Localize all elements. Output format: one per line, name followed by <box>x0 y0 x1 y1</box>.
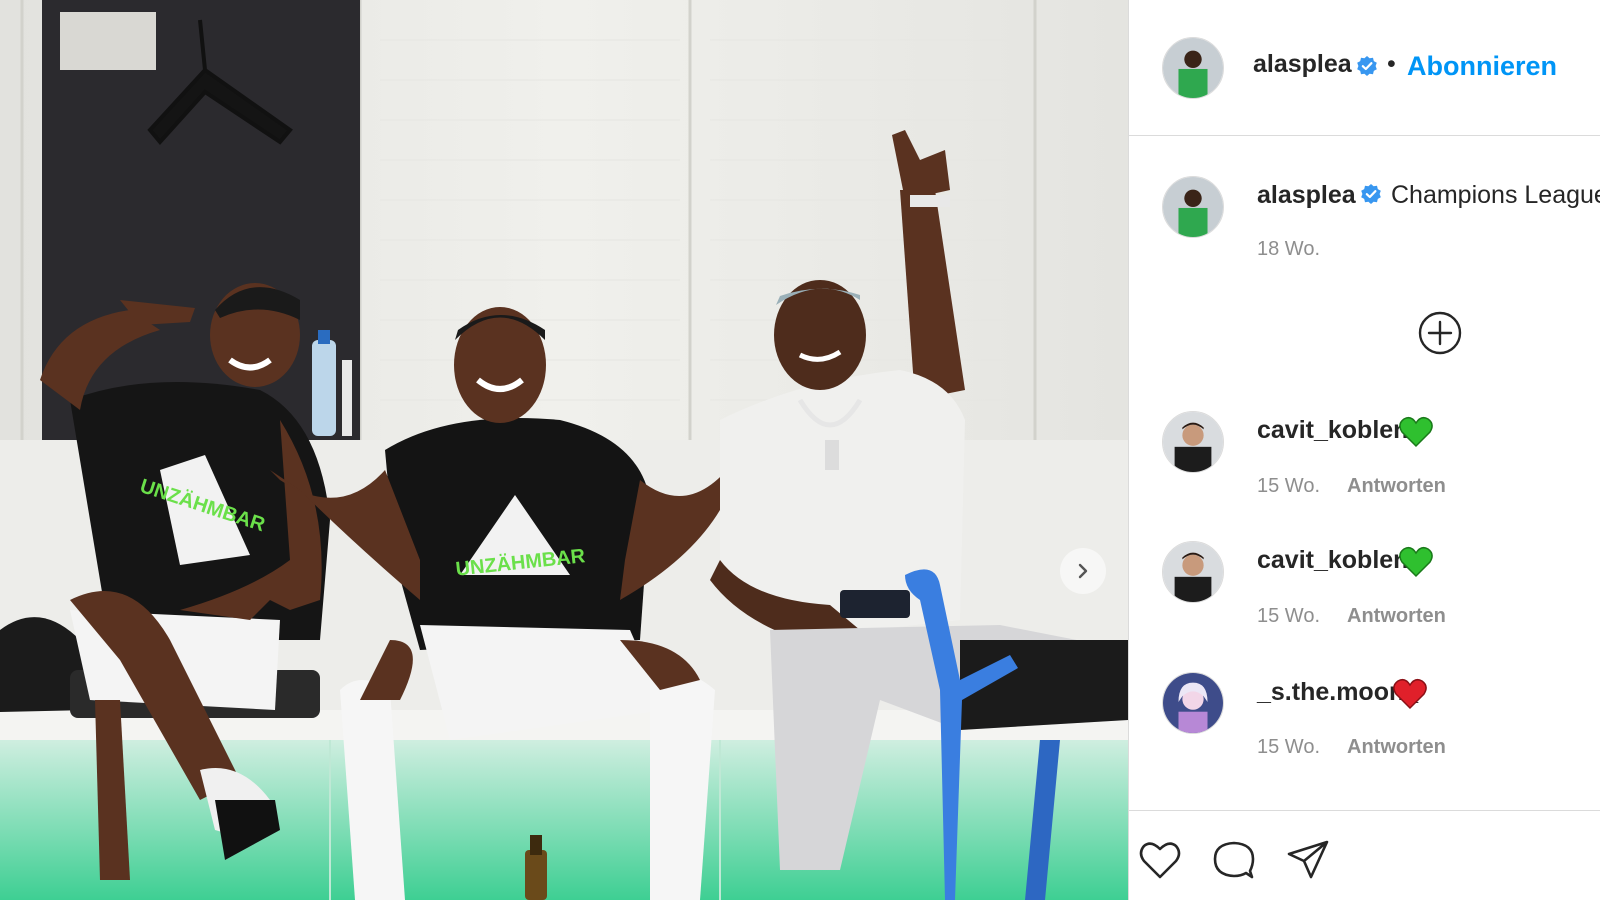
avatar-image <box>1163 673 1223 733</box>
comment-timestamp[interactable]: 15 Wo. <box>1257 736 1320 759</box>
red-heart-icon <box>1393 678 1427 710</box>
caption-timestamp[interactable]: 18 Wo. <box>1257 238 1320 261</box>
avatar-image <box>1163 38 1223 98</box>
post-photo[interactable]: UNZÄHMBAR UNZÄHMBAR <box>0 0 1128 900</box>
green-heart-icon <box>1399 546 1433 578</box>
load-more-comments-button[interactable] <box>1417 310 1463 356</box>
caption-author-avatar[interactable] <box>1162 176 1224 238</box>
commenter-avatar[interactable] <box>1162 411 1224 473</box>
caption-text: Champions League <box>1391 181 1600 209</box>
author-avatar[interactable] <box>1162 37 1224 99</box>
comment-icon <box>1213 841 1255 879</box>
comment-button[interactable] <box>1211 837 1257 883</box>
commenter-avatar[interactable] <box>1162 672 1224 734</box>
separator-dot: • <box>1387 50 1396 78</box>
comment-username[interactable]: cavit_koblenz <box>1257 546 1421 575</box>
verified-badge-icon <box>1360 183 1382 205</box>
plus-circle-icon <box>1418 311 1462 355</box>
heart-icon <box>1139 842 1181 879</box>
share-icon <box>1287 840 1329 879</box>
post-side-panel: alasplea • Abonnieren alasplea Champions… <box>1128 0 1600 900</box>
avatar-image <box>1163 542 1223 602</box>
comment-timestamp[interactable]: 15 Wo. <box>1257 475 1320 498</box>
instagram-post-view: UNZÄHMBAR UNZÄHMBAR alasplea • Abonniere… <box>0 0 1600 900</box>
comment-username[interactable]: cavit_koblenz <box>1257 416 1421 445</box>
reply-button[interactable]: Antworten <box>1347 736 1446 759</box>
avatar-image <box>1163 412 1223 472</box>
comment-timestamp[interactable]: 15 Wo. <box>1257 605 1320 628</box>
caption-username[interactable]: alasplea <box>1257 181 1356 210</box>
post-header: alasplea • Abonnieren <box>1129 0 1600 136</box>
chevron-right-icon <box>1078 563 1088 579</box>
like-button[interactable] <box>1137 837 1183 883</box>
locker-room-photo: UNZÄHMBAR UNZÄHMBAR <box>0 0 1128 900</box>
next-image-button[interactable] <box>1060 548 1106 594</box>
reply-button[interactable]: Antworten <box>1347 475 1446 498</box>
post-action-bar <box>1129 810 1600 900</box>
green-heart-icon <box>1399 416 1433 448</box>
commenter-avatar[interactable] <box>1162 541 1224 603</box>
author-username[interactable]: alasplea <box>1253 50 1352 79</box>
follow-button[interactable]: Abonnieren <box>1407 51 1557 82</box>
verified-badge-icon <box>1356 55 1378 77</box>
avatar-image <box>1163 177 1223 237</box>
share-button[interactable] <box>1285 837 1331 883</box>
reply-button[interactable]: Antworten <box>1347 605 1446 628</box>
